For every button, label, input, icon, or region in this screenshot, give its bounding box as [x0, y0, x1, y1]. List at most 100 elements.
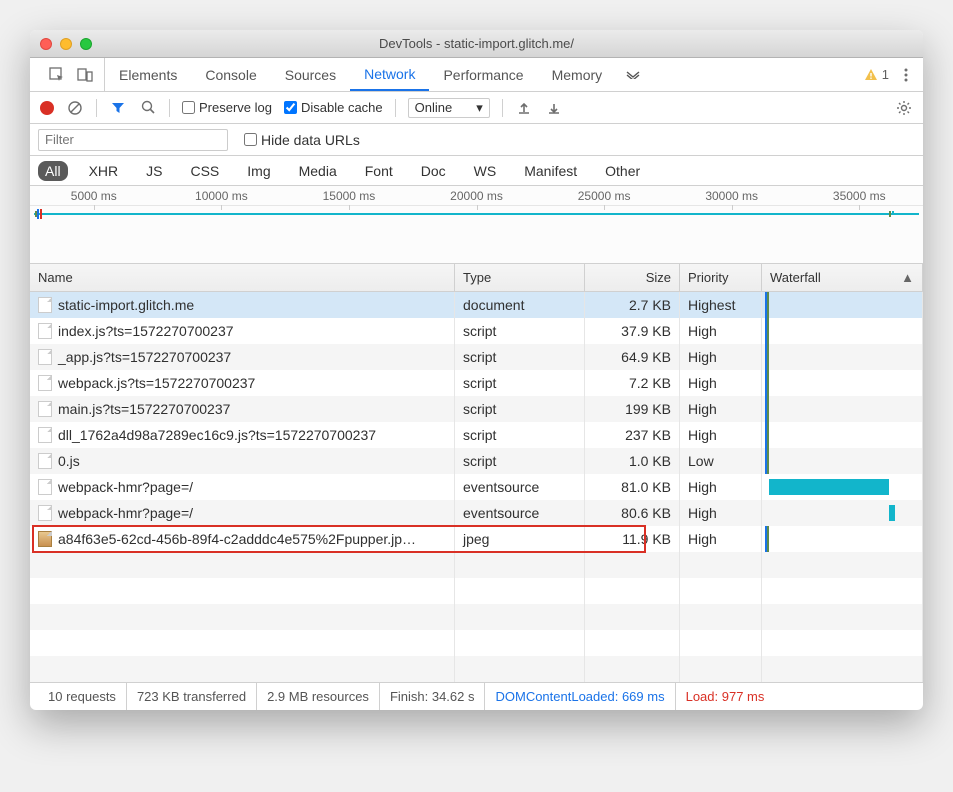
filter-img[interactable]: Img	[240, 161, 277, 181]
request-priority: High	[680, 500, 762, 526]
status-finish: Finish: 34.62 s	[380, 683, 486, 710]
close-window-button[interactable]	[40, 38, 52, 50]
document-file-icon	[38, 401, 52, 417]
table-row[interactable]: webpack-hmr?page=/eventsource80.6 KBHigh	[30, 500, 923, 526]
filter-manifest[interactable]: Manifest	[517, 161, 584, 181]
request-priority: High	[680, 370, 762, 396]
tab-elements[interactable]: Elements	[105, 58, 191, 91]
inspect-dock-group	[38, 58, 105, 91]
request-size: 7.2 KB	[585, 370, 680, 396]
hide-data-urls-checkbox[interactable]: Hide data URLs	[244, 132, 360, 148]
upload-har-icon[interactable]	[515, 99, 533, 117]
col-priority[interactable]: Priority	[680, 264, 762, 291]
status-transferred: 723 KB transferred	[127, 683, 257, 710]
table-row[interactable]: webpack-hmr?page=/eventsource81.0 KBHigh	[30, 474, 923, 500]
throttling-select[interactable]: Online ▾	[408, 98, 490, 118]
time-tick: 25000 ms	[540, 189, 668, 205]
image-file-icon	[38, 531, 52, 547]
filter-font[interactable]: Font	[358, 161, 400, 181]
request-waterfall	[762, 448, 923, 474]
chevron-down-icon: ▾	[476, 100, 483, 116]
filter-media[interactable]: Media	[292, 161, 344, 181]
record-button[interactable]	[40, 101, 54, 115]
request-priority: High	[680, 344, 762, 370]
request-waterfall	[762, 474, 923, 500]
status-bar: 10 requests 723 KB transferred 2.9 MB re…	[30, 682, 923, 710]
document-file-icon	[38, 349, 52, 365]
status-resources: 2.9 MB resources	[257, 683, 380, 710]
type-filter-bar: All XHR JS CSS Img Media Font Doc WS Man…	[30, 156, 923, 186]
empty-row	[30, 578, 923, 604]
document-file-icon	[38, 453, 52, 469]
table-row[interactable]: _app.js?ts=1572270700237script64.9 KBHig…	[30, 344, 923, 370]
filter-ws[interactable]: WS	[467, 161, 504, 181]
col-size[interactable]: Size	[585, 264, 680, 291]
request-size: 2.7 KB	[585, 292, 680, 318]
filter-css[interactable]: CSS	[183, 161, 226, 181]
empty-row	[30, 552, 923, 578]
request-waterfall	[762, 318, 923, 344]
tab-performance[interactable]: Performance	[429, 58, 537, 91]
tabs-overflow-icon[interactable]	[616, 71, 650, 79]
more-options-icon[interactable]	[897, 66, 915, 84]
tab-sources[interactable]: Sources	[271, 58, 350, 91]
request-priority: High	[680, 396, 762, 422]
table-row[interactable]: index.js?ts=1572270700237script37.9 KBHi…	[30, 318, 923, 344]
panel-tabs: Elements Console Sources Network Perform…	[30, 58, 923, 92]
warnings-badge[interactable]: 1	[864, 67, 889, 82]
table-row[interactable]: static-import.glitch.medocument2.7 KBHig…	[30, 292, 923, 318]
tab-network[interactable]: Network	[350, 58, 429, 91]
filter-js[interactable]: JS	[139, 161, 169, 181]
empty-row	[30, 656, 923, 682]
disable-cache-checkbox[interactable]: Disable cache	[284, 100, 383, 115]
filter-input[interactable]	[38, 129, 228, 151]
settings-gear-icon[interactable]	[895, 99, 913, 117]
col-waterfall[interactable]: Waterfall ▲	[762, 264, 923, 291]
request-waterfall	[762, 370, 923, 396]
request-type: script	[455, 370, 585, 396]
col-name[interactable]: Name	[30, 264, 455, 291]
table-row[interactable]: webpack.js?ts=1572270700237script7.2 KBH…	[30, 370, 923, 396]
tab-console[interactable]: Console	[191, 58, 270, 91]
request-priority: High	[680, 422, 762, 448]
time-tick: 30000 ms	[668, 189, 796, 205]
filter-doc[interactable]: Doc	[414, 161, 453, 181]
table-row[interactable]: a84f63e5-62cd-456b-89f4-c2adddc4e575%2Fp…	[30, 526, 923, 552]
request-waterfall	[762, 344, 923, 370]
filter-other[interactable]: Other	[598, 161, 647, 181]
table-row[interactable]: dll_1762a4d98a7289ec16c9.js?ts=157227070…	[30, 422, 923, 448]
document-file-icon	[38, 505, 52, 521]
request-waterfall	[762, 500, 923, 526]
time-tick: 15000 ms	[285, 189, 413, 205]
request-waterfall	[762, 422, 923, 448]
table-row[interactable]: 0.jsscript1.0 KBLow	[30, 448, 923, 474]
tab-memory[interactable]: Memory	[538, 58, 617, 91]
request-type: eventsource	[455, 474, 585, 500]
filter-bar: Hide data URLs	[30, 124, 923, 156]
timeline-overview[interactable]: 5000 ms 10000 ms 15000 ms 20000 ms 25000…	[30, 186, 923, 264]
request-table: Name Type Size Priority Waterfall ▲ stat…	[30, 264, 923, 682]
document-file-icon	[38, 375, 52, 391]
network-toolbar: Preserve log Disable cache Online ▾	[30, 92, 923, 124]
maximize-window-button[interactable]	[80, 38, 92, 50]
request-size: 1.0 KB	[585, 448, 680, 474]
request-type: script	[455, 422, 585, 448]
request-name: dll_1762a4d98a7289ec16c9.js?ts=157227070…	[30, 422, 455, 448]
preserve-log-checkbox[interactable]: Preserve log	[182, 100, 272, 115]
search-icon[interactable]	[139, 99, 157, 117]
inspect-element-icon[interactable]	[48, 66, 66, 84]
filter-toggle-icon[interactable]	[109, 99, 127, 117]
col-type[interactable]: Type	[455, 264, 585, 291]
warning-count: 1	[882, 67, 889, 82]
request-size: 64.9 KB	[585, 344, 680, 370]
request-priority: High	[680, 318, 762, 344]
download-har-icon[interactable]	[545, 99, 563, 117]
table-row[interactable]: main.js?ts=1572270700237script199 KBHigh	[30, 396, 923, 422]
request-name: 0.js	[30, 448, 455, 474]
device-toggle-icon[interactable]	[76, 66, 94, 84]
request-size: 11.9 KB	[585, 526, 680, 552]
filter-xhr[interactable]: XHR	[82, 161, 126, 181]
clear-icon[interactable]	[66, 99, 84, 117]
minimize-window-button[interactable]	[60, 38, 72, 50]
filter-all[interactable]: All	[38, 161, 68, 181]
